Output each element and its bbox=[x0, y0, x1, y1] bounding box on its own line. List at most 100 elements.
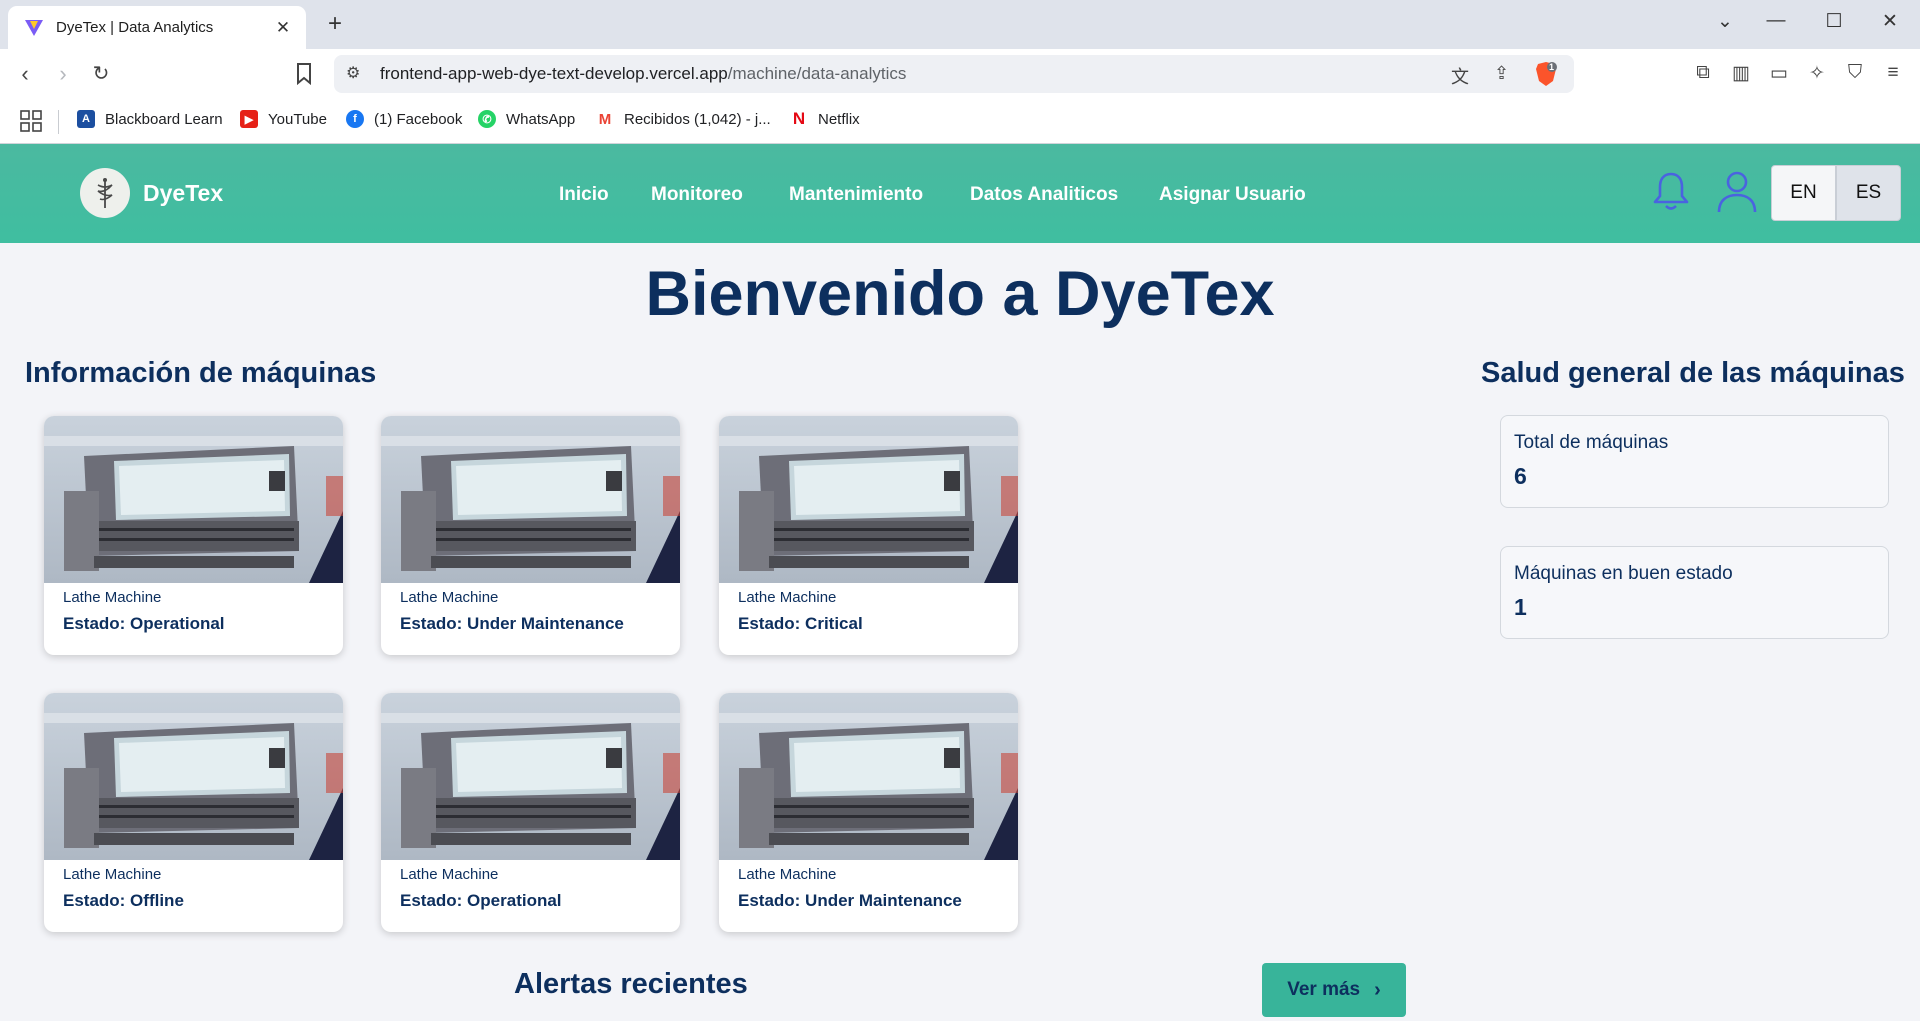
machine-card[interactable]: Lathe Machine Estado: Critical bbox=[719, 416, 1018, 655]
bookmarks-divider bbox=[58, 110, 59, 134]
machine-photo-icon bbox=[44, 416, 343, 583]
bookmark-youtube[interactable]: ▶ YouTube bbox=[240, 110, 327, 128]
sidebar-icon[interactable]: ▥ bbox=[1728, 62, 1754, 85]
bookmarks-bar: A Blackboard Learn ▶ YouTube f (1) Faceb… bbox=[0, 100, 1920, 144]
blackboard-icon: A bbox=[77, 110, 95, 128]
brand-logo[interactable] bbox=[80, 168, 130, 218]
nav-mantenimiento[interactable]: Mantenimiento bbox=[789, 184, 923, 206]
gmail-icon: M bbox=[596, 110, 614, 128]
bookmark-label: WhatsApp bbox=[506, 110, 576, 128]
bookmark-blackboard[interactable]: A Blackboard Learn bbox=[77, 110, 223, 128]
machine-status: Estado: Critical bbox=[738, 614, 863, 633]
leo-ai-icon[interactable]: ✧ bbox=[1804, 62, 1830, 85]
machine-name: Lathe Machine bbox=[400, 866, 499, 883]
chevron-right-icon: › bbox=[1374, 978, 1381, 1001]
reload-icon[interactable]: ↻ bbox=[86, 61, 116, 86]
machine-photo-icon bbox=[719, 693, 1018, 860]
back-icon[interactable]: ‹ bbox=[10, 61, 40, 87]
bookmark-label: YouTube bbox=[268, 110, 327, 128]
browser-tab-strip: DyeTex | Data Analytics ✕ + ⌄ — ☐ ✕ bbox=[0, 0, 1920, 49]
bookmark-label: Recibidos (1,042) - j... bbox=[624, 110, 771, 128]
machine-name: Lathe Machine bbox=[63, 589, 162, 606]
brave-shields-icon[interactable] bbox=[1534, 61, 1558, 87]
alerts-section-title: Alertas recientes bbox=[514, 968, 748, 1000]
machine-card[interactable]: Lathe Machine Estado: Under Maintenance bbox=[719, 693, 1018, 932]
page-title: Bienvenido a DyeTex bbox=[645, 259, 1275, 329]
bookmark-gmail[interactable]: M Recibidos (1,042) - j... bbox=[596, 110, 771, 128]
bookmark-label: (1) Facebook bbox=[374, 110, 463, 128]
stat-value: 1 bbox=[1514, 594, 1527, 620]
shields-count: 1 bbox=[1549, 62, 1555, 72]
url-host: frontend-app-web-dye-text-develop.vercel… bbox=[380, 64, 728, 83]
brand-name[interactable]: DyeTex bbox=[143, 180, 223, 207]
bookmark-label: Netflix bbox=[818, 110, 860, 128]
tab-close-icon[interactable]: ✕ bbox=[274, 18, 292, 38]
machine-status: Estado: Under Maintenance bbox=[400, 614, 624, 633]
machine-name: Lathe Machine bbox=[738, 589, 837, 606]
machine-card[interactable]: Lathe Machine Estado: Under Maintenance bbox=[381, 416, 680, 655]
share-icon[interactable]: ⇪ bbox=[1494, 63, 1509, 84]
new-tab-icon[interactable]: + bbox=[320, 10, 350, 38]
apps-grid-icon[interactable] bbox=[20, 110, 42, 132]
wallet-icon[interactable]: ▭ bbox=[1766, 62, 1792, 85]
bookmark-icon[interactable] bbox=[296, 63, 312, 85]
health-section-title: Salud general de las máquinas bbox=[1481, 357, 1905, 389]
machine-name: Lathe Machine bbox=[63, 866, 162, 883]
machine-card[interactable]: Lathe Machine Estado: Operational bbox=[381, 693, 680, 932]
omnibox[interactable]: ⚙ frontend-app-web-dye-text-develop.verc… bbox=[334, 55, 1574, 93]
language-en-button[interactable]: EN bbox=[1771, 165, 1836, 221]
menu-icon[interactable]: ≡ bbox=[1880, 62, 1906, 84]
nav-datos-analiticos[interactable]: Datos Analiticos bbox=[970, 184, 1118, 206]
extensions-icon[interactable]: ⧉ bbox=[1690, 62, 1716, 84]
bookmark-whatsapp[interactable]: ✆ WhatsApp bbox=[478, 110, 575, 128]
netflix-icon: N bbox=[790, 109, 808, 128]
facebook-icon: f bbox=[346, 110, 364, 128]
machine-photo-icon bbox=[381, 693, 680, 860]
minimize-icon[interactable]: — bbox=[1760, 10, 1792, 32]
machine-status: Estado: Offline bbox=[63, 891, 184, 910]
site-settings-icon[interactable]: ⚙ bbox=[346, 63, 360, 83]
see-more-button[interactable]: Ver más › bbox=[1262, 963, 1406, 1017]
tab-search-chevron-icon[interactable]: ⌄ bbox=[1709, 10, 1741, 33]
close-window-icon[interactable]: ✕ bbox=[1874, 10, 1906, 33]
machine-photo-icon bbox=[719, 416, 1018, 583]
maximize-icon[interactable]: ☐ bbox=[1818, 10, 1850, 33]
url-text[interactable]: frontend-app-web-dye-text-develop.vercel… bbox=[380, 64, 906, 84]
total-machines-stat: Total de máquinas 6 bbox=[1500, 415, 1889, 508]
vite-favicon-icon bbox=[25, 19, 43, 36]
healthy-machines-stat: Máquinas en buen estado 1 bbox=[1500, 546, 1889, 639]
app-header: DyeTex Inicio Monitoreo Mantenimiento Da… bbox=[0, 144, 1920, 243]
whatsapp-icon: ✆ bbox=[478, 110, 496, 128]
caduceus-logo-icon bbox=[97, 178, 113, 208]
youtube-icon: ▶ bbox=[240, 110, 258, 128]
nav-asignar-usuario[interactable]: Asignar Usuario bbox=[1159, 184, 1306, 206]
machine-status: Estado: Operational bbox=[63, 614, 225, 633]
nav-inicio[interactable]: Inicio bbox=[559, 184, 609, 206]
nav-monitoreo[interactable]: Monitoreo bbox=[651, 184, 743, 206]
language-es-button[interactable]: ES bbox=[1836, 165, 1901, 221]
stat-label: Máquinas en buen estado bbox=[1514, 563, 1733, 584]
machine-status: Estado: Operational bbox=[400, 891, 562, 910]
bookmark-label: Blackboard Learn bbox=[105, 110, 223, 128]
url-path: /machine/data-analytics bbox=[727, 64, 907, 83]
address-bar-row: ‹ › ↻ ⚙ frontend-app-web-dye-text-develo… bbox=[0, 49, 1920, 100]
machine-name: Lathe Machine bbox=[400, 589, 499, 606]
machine-card[interactable]: Lathe Machine Estado: Operational bbox=[44, 416, 343, 655]
vpn-icon[interactable]: ⛉ bbox=[1842, 62, 1868, 84]
see-more-label: Ver más bbox=[1287, 979, 1361, 1000]
machine-card[interactable]: Lathe Machine Estado: Offline bbox=[44, 693, 343, 932]
stat-value: 6 bbox=[1514, 463, 1527, 489]
machines-section-title: Información de máquinas bbox=[25, 357, 377, 389]
machine-photo-icon bbox=[381, 416, 680, 583]
tab-title: DyeTex | Data Analytics bbox=[56, 19, 214, 36]
bookmark-netflix[interactable]: N Netflix bbox=[790, 109, 860, 128]
bookmark-facebook[interactable]: f (1) Facebook bbox=[346, 110, 462, 128]
notifications-bell-icon[interactable] bbox=[1650, 169, 1692, 213]
machine-status: Estado: Under Maintenance bbox=[738, 891, 962, 910]
forward-icon[interactable]: › bbox=[48, 61, 78, 87]
machine-name: Lathe Machine bbox=[738, 866, 837, 883]
browser-tab[interactable]: DyeTex | Data Analytics ✕ bbox=[8, 6, 306, 49]
user-profile-icon[interactable] bbox=[1715, 168, 1759, 214]
translate-icon[interactable]: 文 bbox=[1451, 63, 1469, 89]
machine-photo-icon bbox=[44, 693, 343, 860]
